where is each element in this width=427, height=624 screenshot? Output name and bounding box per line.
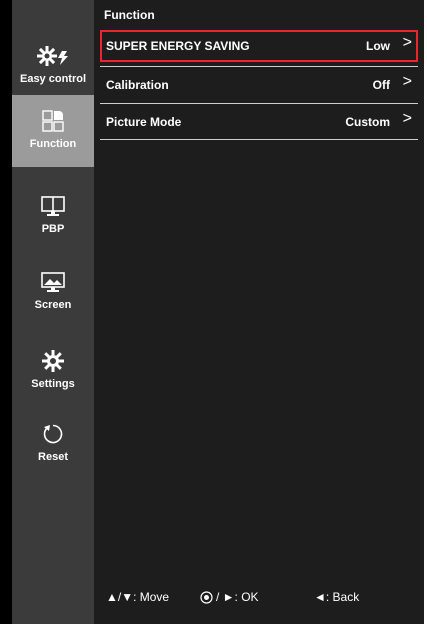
sidebar-item-function[interactable]: Function [12, 95, 94, 167]
sidebar: Easy control Function PBP Screen Setting… [12, 0, 94, 624]
sidebar-item-reset[interactable]: Reset [12, 408, 94, 480]
joystick-button-icon [200, 590, 213, 604]
menu-row-super-energy-saving[interactable]: SUPER ENERGY SAVING Low > [100, 30, 418, 62]
sidebar-item-label: PBP [41, 223, 65, 235]
menu-row-calibration[interactable]: Calibration Off > [100, 69, 418, 101]
sidebar-item-screen[interactable]: Screen [12, 256, 94, 328]
row-label: Calibration [106, 78, 169, 92]
row-label: SUPER ENERGY SAVING [106, 39, 250, 53]
divider [100, 139, 418, 140]
panel-title: Function [104, 8, 155, 22]
row-value: Custom [345, 115, 390, 129]
sidebar-item-easy-control[interactable]: Easy control [12, 30, 94, 102]
row-label: Picture Mode [106, 115, 182, 129]
function-icon [12, 107, 94, 135]
divider [100, 66, 418, 67]
footer-move-hint: ▲/▼: Move [106, 590, 170, 604]
sidebar-item-label: Screen [34, 299, 72, 311]
sidebar-item-label: Function [29, 138, 77, 150]
easy-control-icon [12, 42, 94, 70]
sidebar-item-settings[interactable]: Settings [12, 335, 94, 407]
function-panel: Function SUPER ENERGY SAVING Low > Calib… [94, 0, 424, 624]
row-value: Low [366, 39, 390, 53]
row-value: Off [372, 78, 390, 92]
pbp-icon [12, 192, 94, 220]
chevron-right-icon: > [402, 34, 412, 51]
divider [100, 103, 418, 104]
footer-ok-hint: / ►: OK [200, 590, 259, 604]
chevron-right-icon: > [402, 110, 412, 127]
sidebar-item-pbp[interactable]: PBP [12, 180, 94, 252]
sidebar-item-label: Easy control [19, 73, 87, 85]
footer-ok-text: / ►: OK [216, 590, 259, 604]
chevron-right-icon: > [402, 73, 412, 90]
sidebar-item-label: Settings [31, 378, 75, 390]
footer-back-hint: ◄: Back [314, 590, 360, 604]
menu-row-picture-mode[interactable]: Picture Mode Custom > [100, 106, 418, 138]
settings-icon [12, 347, 94, 375]
reset-icon [12, 420, 94, 448]
screen-icon [12, 268, 94, 296]
sidebar-item-label: Reset [38, 451, 68, 463]
osd-frame: Easy control Function PBP Screen Setting… [0, 0, 424, 624]
